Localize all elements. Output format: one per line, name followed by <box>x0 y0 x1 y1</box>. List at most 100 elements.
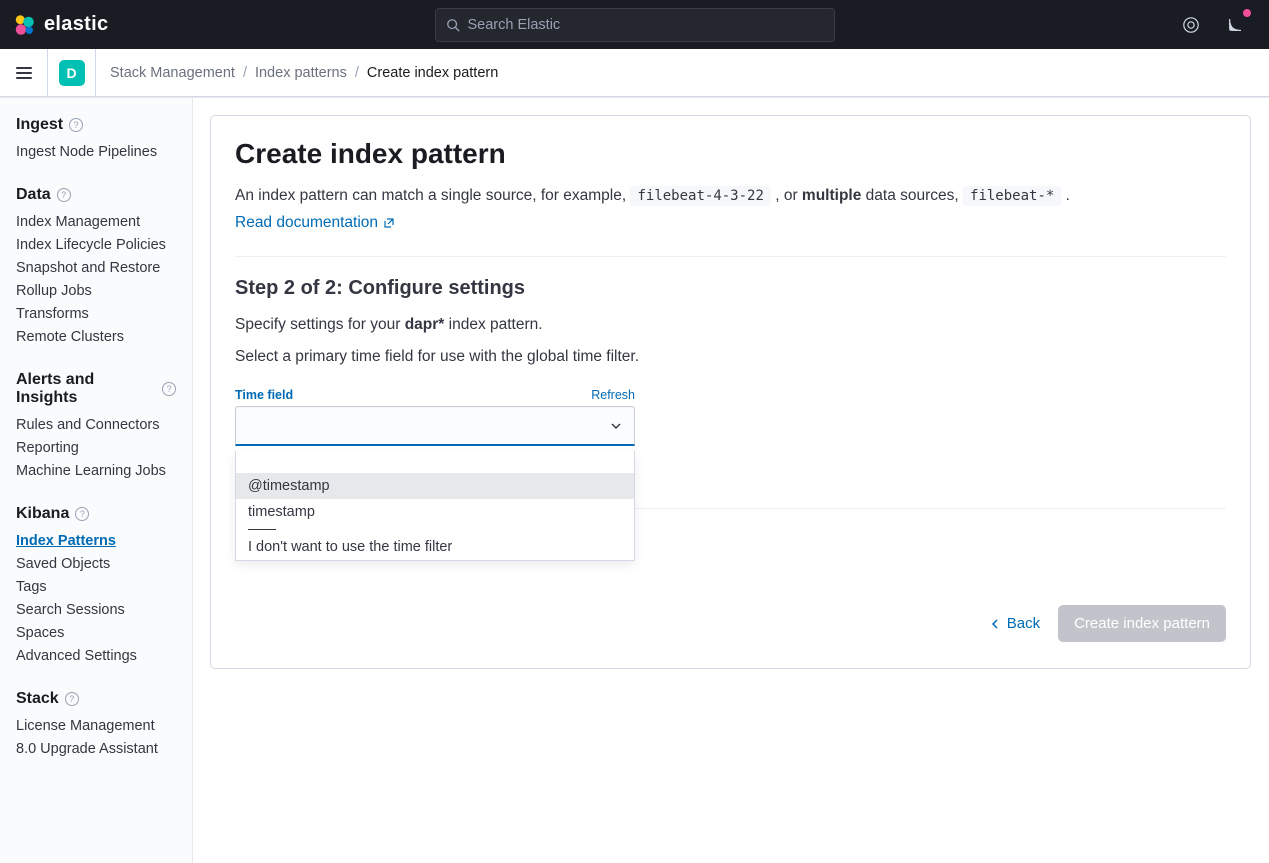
sub-header-left: D Stack Management / Index patterns / Cr… <box>0 49 498 96</box>
content-panel: Create index pattern An index pattern ca… <box>210 115 1251 669</box>
select-desc: Select a primary time field for use with… <box>235 348 1226 366</box>
sub-header: D Stack Management / Index patterns / Cr… <box>0 49 1269 97</box>
documentation-link[interactable]: Read documentation <box>235 214 395 232</box>
sidebar-heading-label: Stack <box>16 690 59 708</box>
body: Ingest ? Ingest Node Pipelines Data ? In… <box>0 97 1269 863</box>
intro-seg: . <box>1066 187 1070 204</box>
breadcrumb-item[interactable]: Index patterns <box>255 65 347 81</box>
sidebar-item-upgrade-assistant[interactable]: 8.0 Upgrade Assistant <box>16 741 176 757</box>
sidebar-item-rules-connectors[interactable]: Rules and Connectors <box>16 417 176 433</box>
newsfeed-icon[interactable] <box>1223 13 1247 37</box>
space-selector[interactable]: D <box>48 49 96 96</box>
sidebar-item-index-management[interactable]: Index Management <box>16 214 176 230</box>
dropdown-spacer <box>236 451 634 473</box>
sidebar-section-ingest: Ingest ? Ingest Node Pipelines <box>16 116 176 160</box>
header-actions <box>1179 13 1257 37</box>
global-header: elastic <box>0 0 1269 49</box>
sidebar-item-transforms[interactable]: Transforms <box>16 306 176 322</box>
form-label-row: Time field Refresh <box>235 388 635 402</box>
breadcrumb-separator: / <box>243 65 247 81</box>
time-field-form: Time field Refresh @timestamp timestamp … <box>235 388 635 446</box>
breadcrumb-separator: / <box>355 65 359 81</box>
chevron-down-icon <box>610 420 622 432</box>
sidebar-heading-label: Alerts and Insights <box>16 371 156 407</box>
sidebar-item-spaces[interactable]: Spaces <box>16 625 176 641</box>
time-field-label: Time field <box>235 388 293 402</box>
intro-seg: An index pattern can match a single sour… <box>235 187 630 204</box>
text-seg: index pattern. <box>444 316 542 333</box>
page-title: Create index pattern <box>235 138 1226 170</box>
sidebar-item-reporting[interactable]: Reporting <box>16 440 176 456</box>
sidebar-section-alerts: Alerts and Insights ? Rules and Connecto… <box>16 371 176 479</box>
sidebar-item-rollup-jobs[interactable]: Rollup Jobs <box>16 283 176 299</box>
brand-name: elastic <box>44 13 108 36</box>
sidebar-section-data: Data ? Index Management Index Lifecycle … <box>16 186 176 345</box>
sidebar-heading-label: Kibana <box>16 505 69 523</box>
breadcrumbs: Stack Management / Index patterns / Crea… <box>96 65 498 81</box>
global-search <box>435 8 835 42</box>
help-icon[interactable]: ? <box>65 692 79 706</box>
text-seg: Specify settings for your <box>235 316 405 333</box>
breadcrumb-item-current: Create index pattern <box>367 65 498 81</box>
sidebar-item-index-patterns[interactable]: Index Patterns <box>16 533 176 549</box>
help-icon[interactable]: ? <box>69 118 83 132</box>
intro-seg: data sources, <box>861 187 963 204</box>
create-index-pattern-button[interactable]: Create index pattern <box>1058 605 1226 642</box>
step-title: Step 2 of 2: Configure settings <box>235 277 1226 300</box>
intro-text: An index pattern can match a single sour… <box>235 184 1226 208</box>
dropdown-option-no-time[interactable]: I don't want to use the time filter <box>236 534 634 560</box>
intro-seg: , or <box>775 187 802 204</box>
sidebar-item-ilm[interactable]: Index Lifecycle Policies <box>16 237 176 253</box>
sidebar-heading: Alerts and Insights ? <box>16 371 176 407</box>
search-input[interactable] <box>468 17 824 33</box>
help-icon[interactable] <box>1179 13 1203 37</box>
sidebar-heading: Ingest ? <box>16 116 176 134</box>
doc-link-label: Read documentation <box>235 214 378 232</box>
dropdown-divider <box>248 529 276 530</box>
sidebar-item-saved-objects[interactable]: Saved Objects <box>16 556 176 572</box>
chevron-left-icon <box>991 619 1001 629</box>
dropdown-option[interactable]: @timestamp <box>236 473 634 499</box>
sidebar-item-tags[interactable]: Tags <box>16 579 176 595</box>
sidebar: Ingest ? Ingest Node Pipelines Data ? In… <box>0 98 193 863</box>
divider <box>235 256 1226 257</box>
sidebar-section-stack: Stack ? License Management 8.0 Upgrade A… <box>16 690 176 757</box>
elastic-logo-icon <box>12 13 36 37</box>
intro-bold: multiple <box>802 187 861 204</box>
sidebar-heading: Kibana ? <box>16 505 176 523</box>
time-field-select[interactable] <box>235 406 635 446</box>
sidebar-heading: Data ? <box>16 186 176 204</box>
space-badge: D <box>59 60 85 86</box>
help-icon[interactable]: ? <box>75 507 89 521</box>
notification-dot <box>1243 9 1251 17</box>
sidebar-item-snapshot-restore[interactable]: Snapshot and Restore <box>16 260 176 276</box>
sidebar-item-ml-jobs[interactable]: Machine Learning Jobs <box>16 463 176 479</box>
help-icon[interactable]: ? <box>57 188 71 202</box>
specify-text: Specify settings for your dapr* index pa… <box>235 316 1226 334</box>
pattern-name: dapr* <box>405 316 445 333</box>
main-content: Create index pattern An index pattern ca… <box>193 98 1269 863</box>
intro-code: filebeat-4-3-22 <box>630 186 770 206</box>
sidebar-section-kibana: Kibana ? Index Patterns Saved Objects Ta… <box>16 505 176 664</box>
brand-logo[interactable]: elastic <box>12 13 108 37</box>
sidebar-item-ingest-pipelines[interactable]: Ingest Node Pipelines <box>16 144 176 160</box>
sidebar-item-license[interactable]: License Management <box>16 718 176 734</box>
back-button[interactable]: Back <box>991 615 1040 632</box>
search-box[interactable] <box>435 8 835 42</box>
sidebar-item-advanced-settings[interactable]: Advanced Settings <box>16 648 176 664</box>
sidebar-heading-label: Ingest <box>16 116 63 134</box>
time-field-dropdown: @timestamp timestamp I don't want to use… <box>235 451 635 561</box>
sidebar-heading: Stack ? <box>16 690 176 708</box>
search-icon <box>446 18 460 32</box>
sidebar-item-remote-clusters[interactable]: Remote Clusters <box>16 329 176 345</box>
breadcrumb-item[interactable]: Stack Management <box>110 65 235 81</box>
nav-toggle-button[interactable] <box>0 49 48 96</box>
refresh-link[interactable]: Refresh <box>591 388 635 402</box>
hamburger-icon <box>16 67 32 79</box>
sidebar-item-search-sessions[interactable]: Search Sessions <box>16 602 176 618</box>
sidebar-heading-label: Data <box>16 186 51 204</box>
help-icon[interactable]: ? <box>162 382 176 396</box>
back-label: Back <box>1007 615 1040 632</box>
dropdown-option[interactable]: timestamp <box>236 499 634 525</box>
intro-code: filebeat-* <box>963 186 1061 206</box>
